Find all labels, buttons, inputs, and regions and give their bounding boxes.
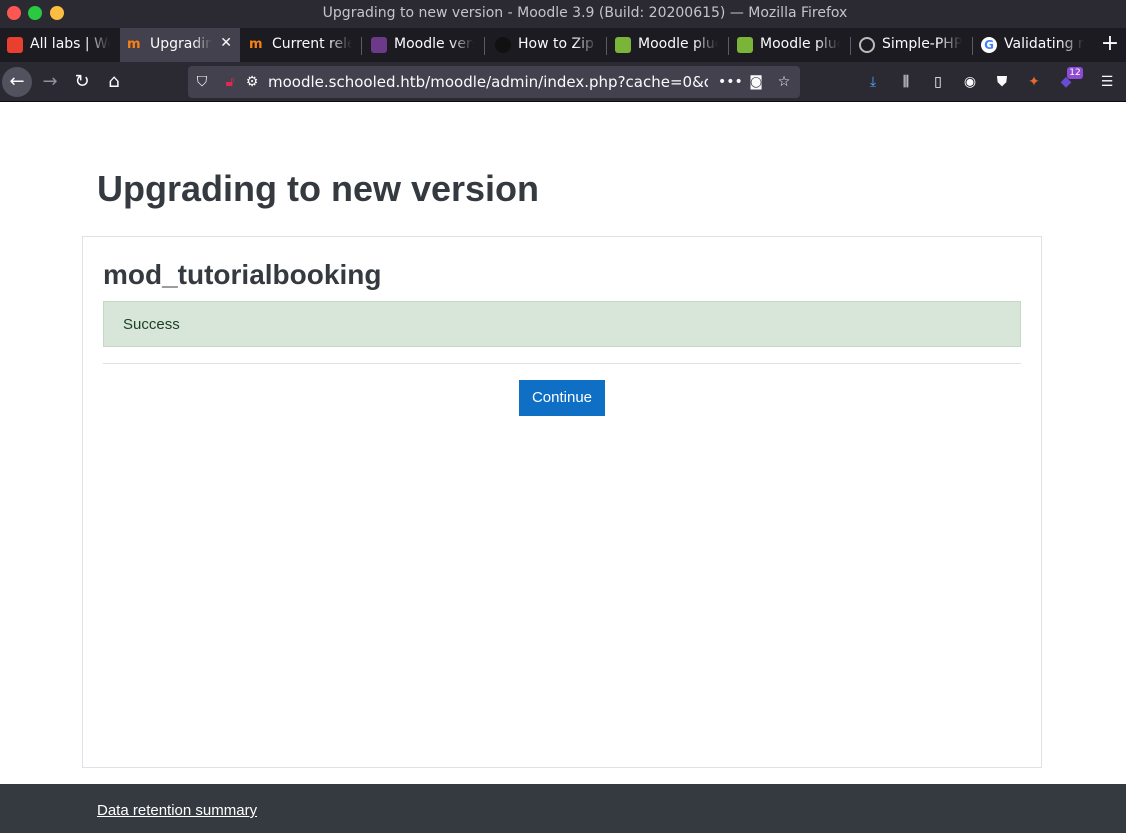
tab-separator bbox=[850, 37, 851, 55]
moodle-green-icon bbox=[615, 37, 631, 53]
tab-moodle-plugins-1[interactable]: Moodle pluc bbox=[608, 28, 728, 62]
tab-label: Simple-PHP bbox=[882, 36, 962, 52]
data-retention-link[interactable]: Data retention summary bbox=[97, 802, 257, 819]
tab-label: Current rele bbox=[272, 36, 352, 52]
bookmark-star-icon[interactable]: ☆ bbox=[776, 74, 792, 90]
moodle-green-icon bbox=[737, 37, 753, 53]
pocket-icon[interactable]: ◙ bbox=[748, 74, 764, 90]
page-footer: Data retention summary bbox=[0, 784, 1126, 833]
home-button[interactable]: ⌂ bbox=[99, 67, 129, 97]
url-text[interactable]: moodle.schooled.htb/moodle/admin/index.p… bbox=[268, 73, 708, 91]
success-alert: Success bbox=[103, 301, 1021, 347]
new-tab-button[interactable]: + bbox=[1098, 33, 1122, 57]
navigation-toolbar: ← → ↻ ⌂ ⛉ 🔓︎ ⚙ moodle.schooled.htb/moodl… bbox=[0, 62, 1126, 102]
extension-badge: 12 bbox=[1067, 67, 1083, 79]
tab-separator bbox=[606, 37, 607, 55]
reload-button[interactable]: ↻ bbox=[67, 67, 97, 97]
tab-all-labs[interactable]: All labs | We bbox=[0, 28, 118, 62]
window-title: Upgrading to new version - Moodle 3.9 (B… bbox=[322, 5, 848, 21]
page-actions-icon[interactable]: ••• bbox=[718, 74, 743, 90]
account-icon[interactable]: ◉ bbox=[961, 73, 979, 91]
tab-current-release[interactable]: m Current rele bbox=[242, 28, 360, 62]
moodle-icon: m bbox=[127, 37, 141, 52]
dark-site-icon bbox=[495, 37, 511, 53]
back-button[interactable]: ← bbox=[2, 67, 32, 97]
downloads-icon[interactable]: ⤓ bbox=[864, 73, 882, 91]
tab-simple-php[interactable]: Simple-PHP bbox=[852, 28, 972, 62]
tab-label: All labs | We bbox=[30, 36, 110, 52]
tab-separator bbox=[361, 37, 362, 55]
google-icon: G bbox=[981, 37, 997, 53]
tab-separator bbox=[728, 37, 729, 55]
continue-button[interactable]: Continue bbox=[519, 380, 605, 416]
tab-label: Moodle vers bbox=[394, 36, 474, 52]
plugin-name: mod_tutorialbooking bbox=[103, 259, 382, 290]
github-icon bbox=[859, 37, 875, 53]
tab-label: Moodle pluc bbox=[638, 36, 718, 52]
tab-how-to-zip[interactable]: How to Zip bbox=[488, 28, 606, 62]
ublock-icon[interactable]: ⛊ bbox=[993, 73, 1011, 91]
tab-label: How to Zip bbox=[518, 36, 594, 52]
window-titlebar: Upgrading to new version - Moodle 3.9 (B… bbox=[0, 0, 1126, 28]
upgrade-card: mod_tutorialbooking Success Continue bbox=[82, 236, 1042, 768]
insecure-lock-icon[interactable]: 🔓︎ bbox=[222, 74, 238, 90]
moodle-purple-icon bbox=[371, 37, 387, 53]
forward-button[interactable]: → bbox=[35, 67, 65, 97]
sidebar-icon[interactable]: ▯ bbox=[929, 73, 947, 91]
url-bar[interactable]: ⛉ 🔓︎ ⚙ moodle.schooled.htb/moodle/admin/… bbox=[188, 66, 800, 98]
tab-separator bbox=[972, 37, 973, 55]
tab-label: Moodle pluc bbox=[760, 36, 840, 52]
tab-strip: All labs | We m Upgradin ✕ m Current rel… bbox=[0, 28, 1126, 62]
page-title: Upgrading to new version bbox=[97, 168, 540, 209]
shield-icon[interactable]: ⛉ bbox=[194, 74, 210, 90]
moodle-icon: m bbox=[249, 37, 263, 52]
alert-text: Success bbox=[123, 316, 180, 333]
hackthebox-icon bbox=[7, 37, 23, 53]
tab-moodle-plugins-2[interactable]: Moodle pluc bbox=[730, 28, 850, 62]
foxyproxy-icon[interactable]: ✦ bbox=[1025, 73, 1043, 91]
permissions-icon[interactable]: ⚙ bbox=[244, 74, 260, 90]
tab-moodle-versions[interactable]: Moodle vers bbox=[364, 28, 482, 62]
tab-validating[interactable]: G Validating m bbox=[974, 28, 1094, 62]
tab-separator bbox=[484, 37, 485, 55]
library-icon[interactable]: ⫼ bbox=[897, 73, 915, 91]
menu-icon[interactable]: ☰ bbox=[1098, 73, 1116, 91]
divider bbox=[103, 363, 1021, 364]
tab-label: Validating m bbox=[1004, 36, 1084, 52]
close-tab-icon[interactable]: ✕ bbox=[220, 35, 232, 51]
tab-upgrading[interactable]: m Upgradin ✕ bbox=[120, 28, 240, 62]
tab-label: Upgradin bbox=[150, 36, 212, 52]
